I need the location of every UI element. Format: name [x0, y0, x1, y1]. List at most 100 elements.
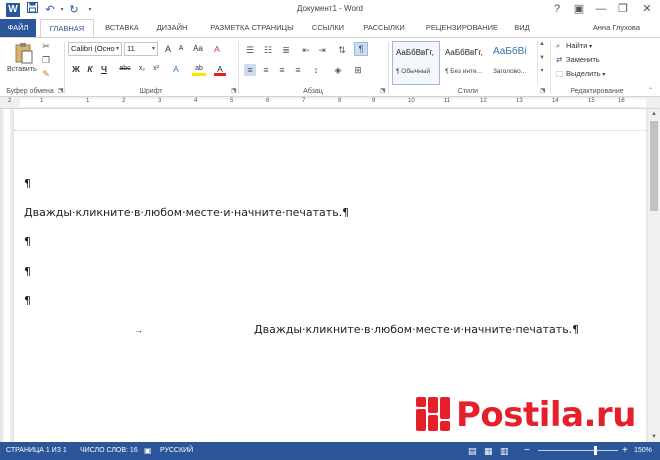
language[interactable]: РУССКИЙ: [160, 442, 193, 460]
paste-button-label[interactable]: Вставить: [7, 66, 37, 73]
zoom-in-button[interactable]: +: [622, 442, 628, 460]
underline-button[interactable]: Ч: [98, 62, 110, 76]
format-painter-icon[interactable]: ✎: [40, 68, 52, 80]
chevron-down-icon: ▾: [115, 46, 119, 52]
select-button[interactable]: ⬚ Выделить ▾: [556, 69, 605, 78]
chevron-down-icon[interactable]: ▼: [538, 55, 546, 61]
help-button[interactable]: ?: [546, 0, 568, 18]
more-styles-icon[interactable]: ▾: [538, 67, 546, 74]
word-count[interactable]: ЧИСЛО СЛОВ: 16: [80, 442, 138, 460]
select-label: Выделить: [566, 69, 601, 78]
find-button[interactable]: ⌕ Найти ▾: [556, 41, 592, 51]
paragraph-mark[interactable]: ¶: [24, 294, 31, 307]
align-center-icon[interactable]: ≡: [260, 64, 272, 76]
replace-button[interactable]: ⇄ Заменить: [556, 55, 600, 64]
paragraph-text[interactable]: Дважды·кликните·в·любом·месте·и·начните·…: [254, 323, 579, 336]
styles-launcher-icon[interactable]: ⬔: [540, 87, 546, 94]
paste-icon[interactable]: [14, 42, 34, 64]
zoom-slider[interactable]: [538, 450, 618, 451]
page-count[interactable]: СТРАНИЦА 1 ИЗ 1: [6, 442, 67, 460]
collapse-ribbon-icon[interactable]: ⌃: [648, 87, 653, 94]
superscript-button[interactable]: x²: [150, 62, 162, 76]
shrink-font-button[interactable]: A: [175, 42, 187, 56]
paragraph-mark[interactable]: ¶: [24, 177, 31, 190]
italic-button[interactable]: К: [84, 62, 96, 76]
ribbon-display-options-button[interactable]: ▣: [568, 0, 590, 18]
zoom-level[interactable]: 150%: [634, 442, 652, 460]
chevron-up-icon[interactable]: ▲: [538, 41, 546, 47]
tab-file[interactable]: ФАЙЛ: [0, 19, 36, 37]
bold-button[interactable]: Ж: [70, 62, 82, 76]
tab-insert[interactable]: ВСТАВКА: [98, 19, 146, 37]
horizontal-ruler[interactable]: 2 1 1 2 3 4 5 6 7 8 9 10 11 12 13 14 15 …: [0, 97, 660, 109]
style-no-spacing[interactable]: АаБбВвГг, ¶ Без инте...: [441, 41, 489, 85]
tab-review[interactable]: РЕЦЕНЗИРОВАНИЕ: [420, 19, 504, 37]
line-spacing-icon[interactable]: ↕: [310, 64, 322, 76]
search-icon: ⌕: [556, 41, 561, 50]
replace-icon: ⇄: [556, 55, 563, 64]
style-sample: АаБбВвГг,: [396, 48, 434, 57]
web-layout-icon[interactable]: ▥: [500, 442, 509, 460]
style-normal[interactable]: АаБбВвГг, ¶ Обычный: [392, 41, 440, 85]
tab-view[interactable]: ВИД: [510, 19, 534, 37]
justify-icon[interactable]: ≡: [292, 64, 304, 76]
numbering-icon[interactable]: ☷: [262, 44, 274, 56]
font-name-combo[interactable]: Calibri (Осно ▾: [68, 42, 122, 56]
ruler-number: 13: [516, 98, 523, 104]
styles-scroll[interactable]: ▲ ▼ ▾: [537, 41, 546, 85]
clipboard-launcher-icon[interactable]: ⬔: [58, 87, 64, 94]
print-layout-icon[interactable]: ▦: [484, 442, 493, 460]
clear-formatting-button[interactable]: A: [210, 42, 224, 56]
paragraph-mark[interactable]: ¶: [24, 265, 31, 278]
font-size-combo[interactable]: 11 ▾: [124, 42, 158, 56]
align-right-icon[interactable]: ≡: [276, 64, 288, 76]
style-heading[interactable]: АаБбВі Заголово...: [489, 41, 537, 85]
font-launcher-icon[interactable]: ⬔: [231, 87, 237, 94]
tab-references[interactable]: ССЫЛКИ: [308, 19, 348, 37]
sort-icon[interactable]: ⇅: [336, 44, 348, 56]
paragraph-launcher-icon[interactable]: ⬔: [380, 87, 386, 94]
proofing-icon[interactable]: ▣: [144, 442, 152, 460]
decrease-indent-icon[interactable]: ⇤: [300, 44, 312, 56]
tab-home[interactable]: ГЛАВНАЯ: [40, 19, 94, 38]
increase-indent-icon[interactable]: ⇥: [316, 44, 328, 56]
show-formatting-marks-button[interactable]: ¶: [354, 42, 368, 56]
vertical-scrollbar[interactable]: ▲ ▼: [648, 109, 660, 442]
zoom-slider-thumb[interactable]: [594, 446, 597, 455]
bullets-icon[interactable]: ☰: [244, 44, 256, 56]
minimize-button[interactable]: —: [590, 0, 612, 18]
style-name: ¶ Без инте...: [445, 68, 482, 75]
tab-mailings[interactable]: РАССЫЛКИ: [358, 19, 410, 37]
tab-page-layout[interactable]: РАЗМЕТКА СТРАНИЦЫ: [204, 19, 300, 37]
restore-button[interactable]: ❐: [612, 0, 634, 18]
subscript-button[interactable]: x₂: [136, 62, 148, 76]
scroll-up-icon[interactable]: ▲: [648, 109, 660, 119]
cut-icon[interactable]: ✂: [40, 40, 52, 52]
paragraph-text[interactable]: Дважды·кликните·в·любом·месте·и·начните·…: [24, 206, 349, 219]
user-name[interactable]: Анна Глухова: [593, 19, 640, 37]
align-left-icon[interactable]: ≡: [244, 64, 256, 76]
chevron-down-icon: ▾: [587, 44, 593, 50]
paragraph-mark[interactable]: ¶: [24, 235, 31, 248]
scroll-down-icon[interactable]: ▼: [648, 432, 660, 442]
ruler-number: 8: [338, 98, 342, 104]
highlight-button[interactable]: ab: [192, 62, 206, 76]
vertical-ruler[interactable]: [2, 109, 12, 442]
shading-icon[interactable]: ◈: [332, 64, 344, 76]
zoom-out-button[interactable]: −: [524, 442, 530, 460]
text-effects-button[interactable]: A: [170, 62, 182, 76]
group-separator: [388, 42, 389, 94]
read-mode-icon[interactable]: ▤: [468, 442, 477, 460]
font-color-button[interactable]: A: [214, 62, 226, 76]
scrollbar-thumb[interactable]: [650, 121, 658, 211]
change-case-button[interactable]: Aa: [190, 42, 206, 56]
copy-icon[interactable]: ❐: [40, 54, 52, 66]
vertical-ruler-track: [4, 109, 10, 442]
multilevel-list-icon[interactable]: ≣: [280, 44, 292, 56]
select-icon: ⬚: [556, 69, 564, 78]
close-button[interactable]: ✕: [636, 0, 658, 18]
grow-font-button[interactable]: A: [162, 42, 174, 56]
tab-design[interactable]: ДИЗАЙН: [150, 19, 194, 37]
borders-icon[interactable]: ⊞: [352, 64, 364, 76]
strikethrough-button[interactable]: abc: [116, 62, 134, 76]
